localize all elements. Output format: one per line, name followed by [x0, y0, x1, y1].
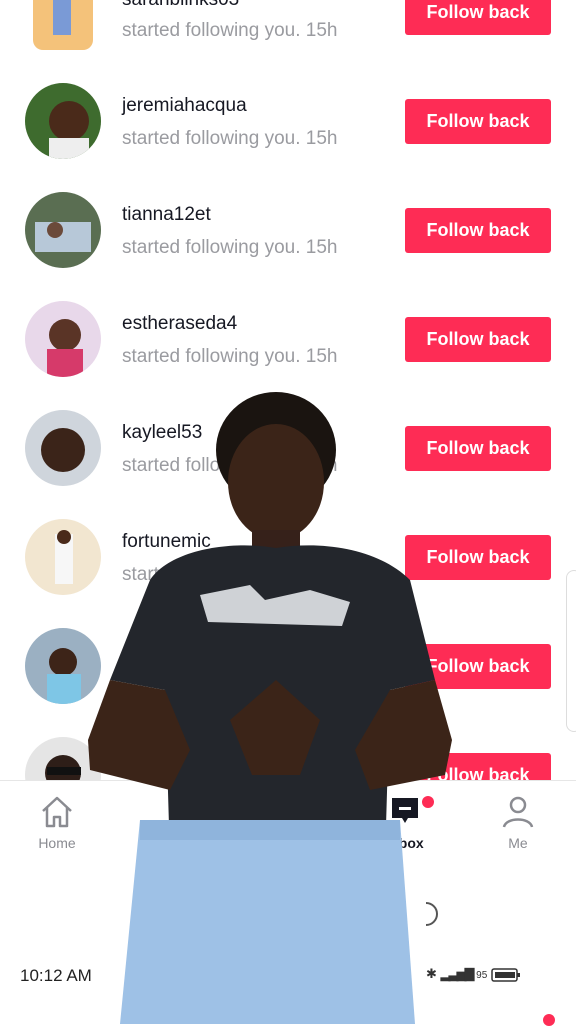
battery-level: 95	[476, 970, 488, 981]
username[interactable]: estheraseda4	[122, 313, 237, 335]
notification-row: estheraseda4 started following you. 15h …	[0, 285, 576, 394]
follow-back-button[interactable]: Follow back	[405, 99, 551, 144]
username[interactable]: tianna12et	[122, 204, 211, 226]
tab-me[interactable]: Me	[478, 795, 558, 851]
notification-row: jeremiahacqua started following you. 15h…	[0, 67, 576, 176]
avatar[interactable]	[33, 0, 93, 50]
profile-icon	[502, 796, 534, 828]
notification-row: sarahblinks03 started following you. 15h…	[0, 0, 576, 54]
tab-label: Me	[508, 835, 528, 851]
avatar[interactable]	[25, 192, 101, 268]
scroll-handle[interactable]	[566, 570, 576, 732]
follow-back-button[interactable]: Follow back	[405, 0, 551, 35]
notification-row: tianna12et started following you. 15h Fo…	[0, 176, 576, 285]
notification-text: started following you. 15h	[122, 128, 338, 149]
follow-back-button[interactable]: Follow back	[405, 317, 551, 362]
follow-back-button[interactable]: Follow back	[405, 208, 551, 253]
notification-text: started following you. 15h	[122, 20, 338, 41]
avatar[interactable]	[25, 301, 101, 377]
username[interactable]: sarahblinks03	[122, 0, 239, 11]
notification-text: started following you. 15h	[122, 237, 338, 258]
username[interactable]: jeremiahacqua	[122, 95, 247, 117]
red-dot	[543, 1014, 555, 1026]
notification-text: started following you. 15h	[122, 346, 338, 367]
battery-icon	[491, 967, 520, 982]
tab-label: Home	[38, 835, 76, 851]
home-icon	[42, 796, 72, 828]
person-overlay	[88, 392, 452, 1024]
avatar[interactable]	[25, 83, 101, 159]
